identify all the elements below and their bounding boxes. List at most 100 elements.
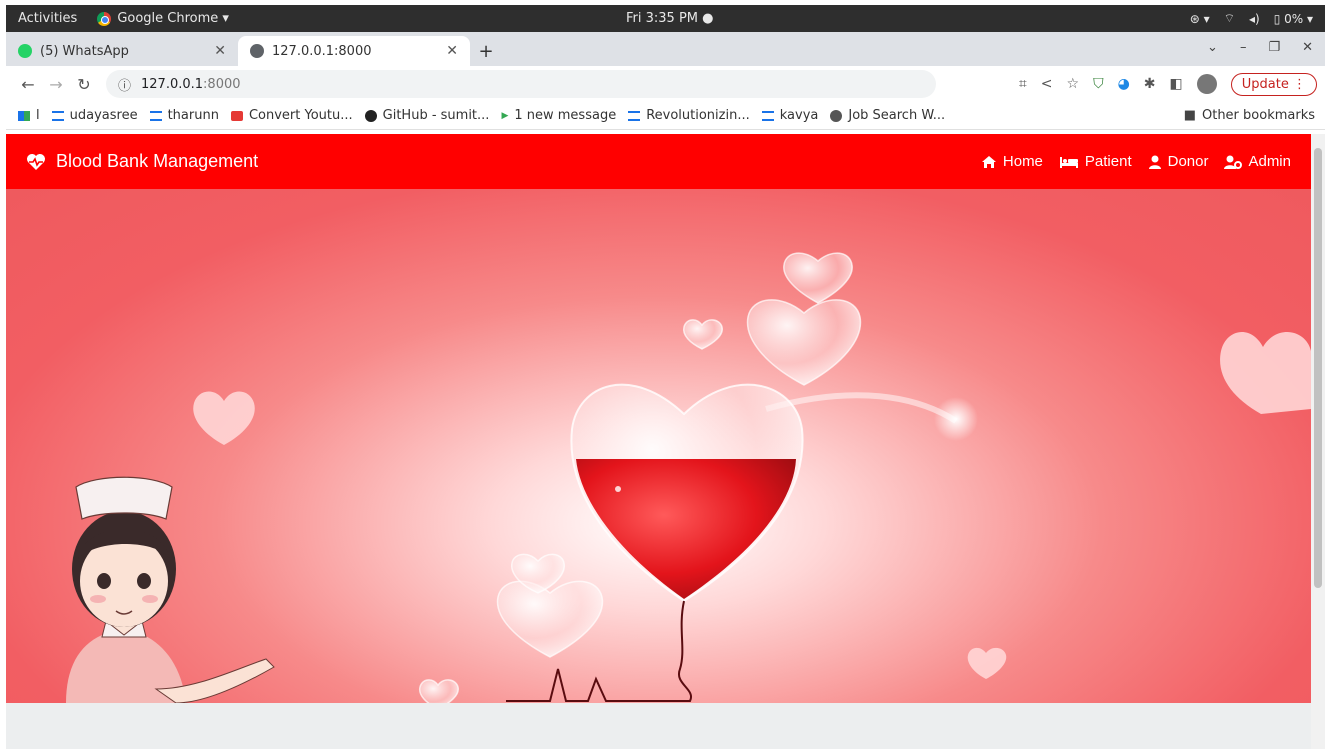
github-icon <box>364 109 377 122</box>
other-bookmarks-label: Other bookmarks <box>1201 108 1315 123</box>
profile-avatar[interactable] <box>1196 74 1217 94</box>
tab-search-icon[interactable]: ⌄ <box>1207 40 1218 55</box>
update-label: Update <box>1241 76 1289 92</box>
volume-icon: ◂) <box>1248 11 1260 26</box>
app-menu[interactable]: Google Chrome ▾ <box>97 11 229 26</box>
sparkle-icon <box>934 397 978 441</box>
nav-label: Patient <box>1084 153 1132 170</box>
bookmark-label: kavya <box>779 108 819 123</box>
bookmark-item[interactable]: GitHub - sumit... <box>364 108 490 123</box>
shield-extension-icon[interactable]: ⛉ <box>1093 76 1104 92</box>
blood-fill <box>576 459 796 599</box>
heart-decoration <box>1220 331 1311 414</box>
translate-icon[interactable]: ⌗ <box>1019 76 1027 92</box>
bookmark-item[interactable]: kavya <box>761 108 819 123</box>
bookmark-item[interactable]: ▶ 1 new message <box>501 108 616 123</box>
bookmark-label: l <box>36 108 40 123</box>
extension-icon[interactable]: ◕ <box>1118 76 1130 92</box>
tab-title: (5) WhatsApp <box>40 43 129 59</box>
tab-strip: (5) WhatsApp ✕ 127.0.0.1:8000 ✕ + ⌄ – ❐ … <box>6 32 1325 66</box>
nav-donor[interactable]: Donor <box>1148 153 1208 170</box>
heart-decoration <box>193 391 255 445</box>
bookmark-item[interactable]: udayasree <box>51 108 138 123</box>
update-button[interactable]: Update ⋮ <box>1230 72 1317 96</box>
tab-title: 127.0.0.1:8000 <box>272 43 372 59</box>
share-icon[interactable]: < <box>1041 76 1053 92</box>
app-icon <box>18 110 30 121</box>
nav-patient[interactable]: Patient <box>1059 153 1132 170</box>
globe-icon <box>830 109 843 122</box>
puzzle-icon[interactable]: ✱ <box>1144 76 1156 92</box>
info-icon[interactable]: ⓘ <box>118 75 131 94</box>
site-navbar: Blood Bank Management Home Patient Donor… <box>6 134 1311 189</box>
bookmark-label: Job Search W... <box>848 108 946 123</box>
reload-icon[interactable]: ↻ <box>70 75 98 94</box>
close-icon[interactable]: ✕ <box>214 43 226 59</box>
brand-title: Blood Bank Management <box>56 151 259 171</box>
bookmark-label: Revolutionizin... <box>646 108 750 123</box>
tab-localhost[interactable]: 127.0.0.1:8000 ✕ <box>238 36 470 66</box>
nurse-illustration <box>66 476 275 703</box>
globe-icon <box>250 44 264 58</box>
clock[interactable]: Fri 3:35 PM ● <box>626 11 713 26</box>
whatsapp-icon <box>18 44 32 58</box>
toolbar: ← → ↻ ⓘ 127.0.0.1:8000 ⌗ < ☆ ⛉ ◕ ✱ ◧ Upd… <box>6 66 1325 102</box>
heartbeat-icon <box>27 153 45 170</box>
other-bookmarks[interactable]: ■ Other bookmarks <box>1184 108 1315 123</box>
address-bar[interactable]: ⓘ 127.0.0.1:8000 <box>106 70 936 98</box>
new-tab-button[interactable]: + <box>470 36 502 66</box>
bookmark-icon <box>51 110 64 121</box>
battery-indicator: ▯ 0% ▾ <box>1273 11 1313 26</box>
bookmark-icon <box>761 110 774 121</box>
play-icon: ▶ <box>501 110 509 121</box>
bookmark-item[interactable]: l <box>18 108 40 123</box>
nav-home[interactable]: Home <box>981 153 1043 170</box>
hero-banner <box>6 189 1311 703</box>
hero-illustration <box>66 252 1311 703</box>
bookmark-label: GitHub - sumit... <box>382 108 490 123</box>
user-cog-icon <box>1224 155 1243 169</box>
folder-icon: ■ <box>1183 108 1196 123</box>
window-controls: ⌄ – ❐ ✕ <box>1207 40 1313 55</box>
bookmark-item[interactable]: tharunn <box>149 108 219 123</box>
minimize-icon[interactable]: – <box>1240 40 1247 55</box>
bed-icon <box>1059 156 1078 168</box>
restore-icon[interactable]: ❐ <box>1268 40 1280 55</box>
star-icon[interactable]: ☆ <box>1067 76 1080 92</box>
window-close-icon[interactable]: ✕ <box>1302 40 1313 55</box>
close-icon[interactable]: ✕ <box>446 43 458 59</box>
forward-arrow-icon[interactable]: → <box>42 75 70 94</box>
scrollbar-thumb[interactable] <box>1314 148 1322 588</box>
tab-whatsapp[interactable]: (5) WhatsApp ✕ <box>6 36 238 66</box>
system-top-bar: Activities Google Chrome ▾ Fri 3:35 PM ●… <box>6 5 1325 32</box>
bookmark-label: 1 new message <box>514 108 617 123</box>
back-arrow-icon[interactable]: ← <box>14 75 42 94</box>
bookmarks-bar: l udayasree tharunn Convert Youtu... Git… <box>6 102 1325 130</box>
youtube-icon <box>230 110 243 121</box>
bookmark-label: Convert Youtu... <box>248 108 353 123</box>
nav-label: Home <box>1002 153 1043 170</box>
bookmark-item[interactable]: Revolutionizin... <box>628 108 750 123</box>
site-nav: Home Patient Donor Admin <box>981 153 1291 170</box>
bookmark-icon <box>149 110 162 121</box>
app-name: Google Chrome ▾ <box>117 11 229 26</box>
heart-decoration <box>967 647 1007 679</box>
sidepanel-icon[interactable]: ◧ <box>1170 76 1183 92</box>
accessibility-icon: ⊛ ▾ <box>1189 11 1210 26</box>
system-tray[interactable]: ⊛ ▾ ⌔ ◂) ▯ 0% ▾ <box>1190 11 1313 26</box>
wifi-icon: ⌔ <box>1223 11 1235 25</box>
nav-admin[interactable]: Admin <box>1224 153 1291 170</box>
bookmark-item[interactable]: Job Search W... <box>830 108 945 123</box>
bookmark-item[interactable]: Convert Youtu... <box>230 108 353 123</box>
site-brand[interactable]: Blood Bank Management <box>26 151 258 172</box>
battery-level: 0% <box>1284 11 1304 26</box>
activities-button[interactable]: Activities <box>18 11 77 26</box>
url-host: 127.0.0.1 <box>141 76 204 92</box>
home-icon <box>981 155 996 168</box>
url-port: :8000 <box>203 76 241 92</box>
toolbar-actions: ⌗ < ☆ ⛉ ◕ ✱ ◧ Update ⋮ <box>1019 72 1317 96</box>
page-scrollbar[interactable] <box>1311 134 1325 749</box>
page-viewport: Blood Bank Management Home Patient Donor… <box>6 134 1311 749</box>
bookmark-label: tharunn <box>167 108 219 123</box>
nav-label: Admin <box>1248 153 1291 170</box>
